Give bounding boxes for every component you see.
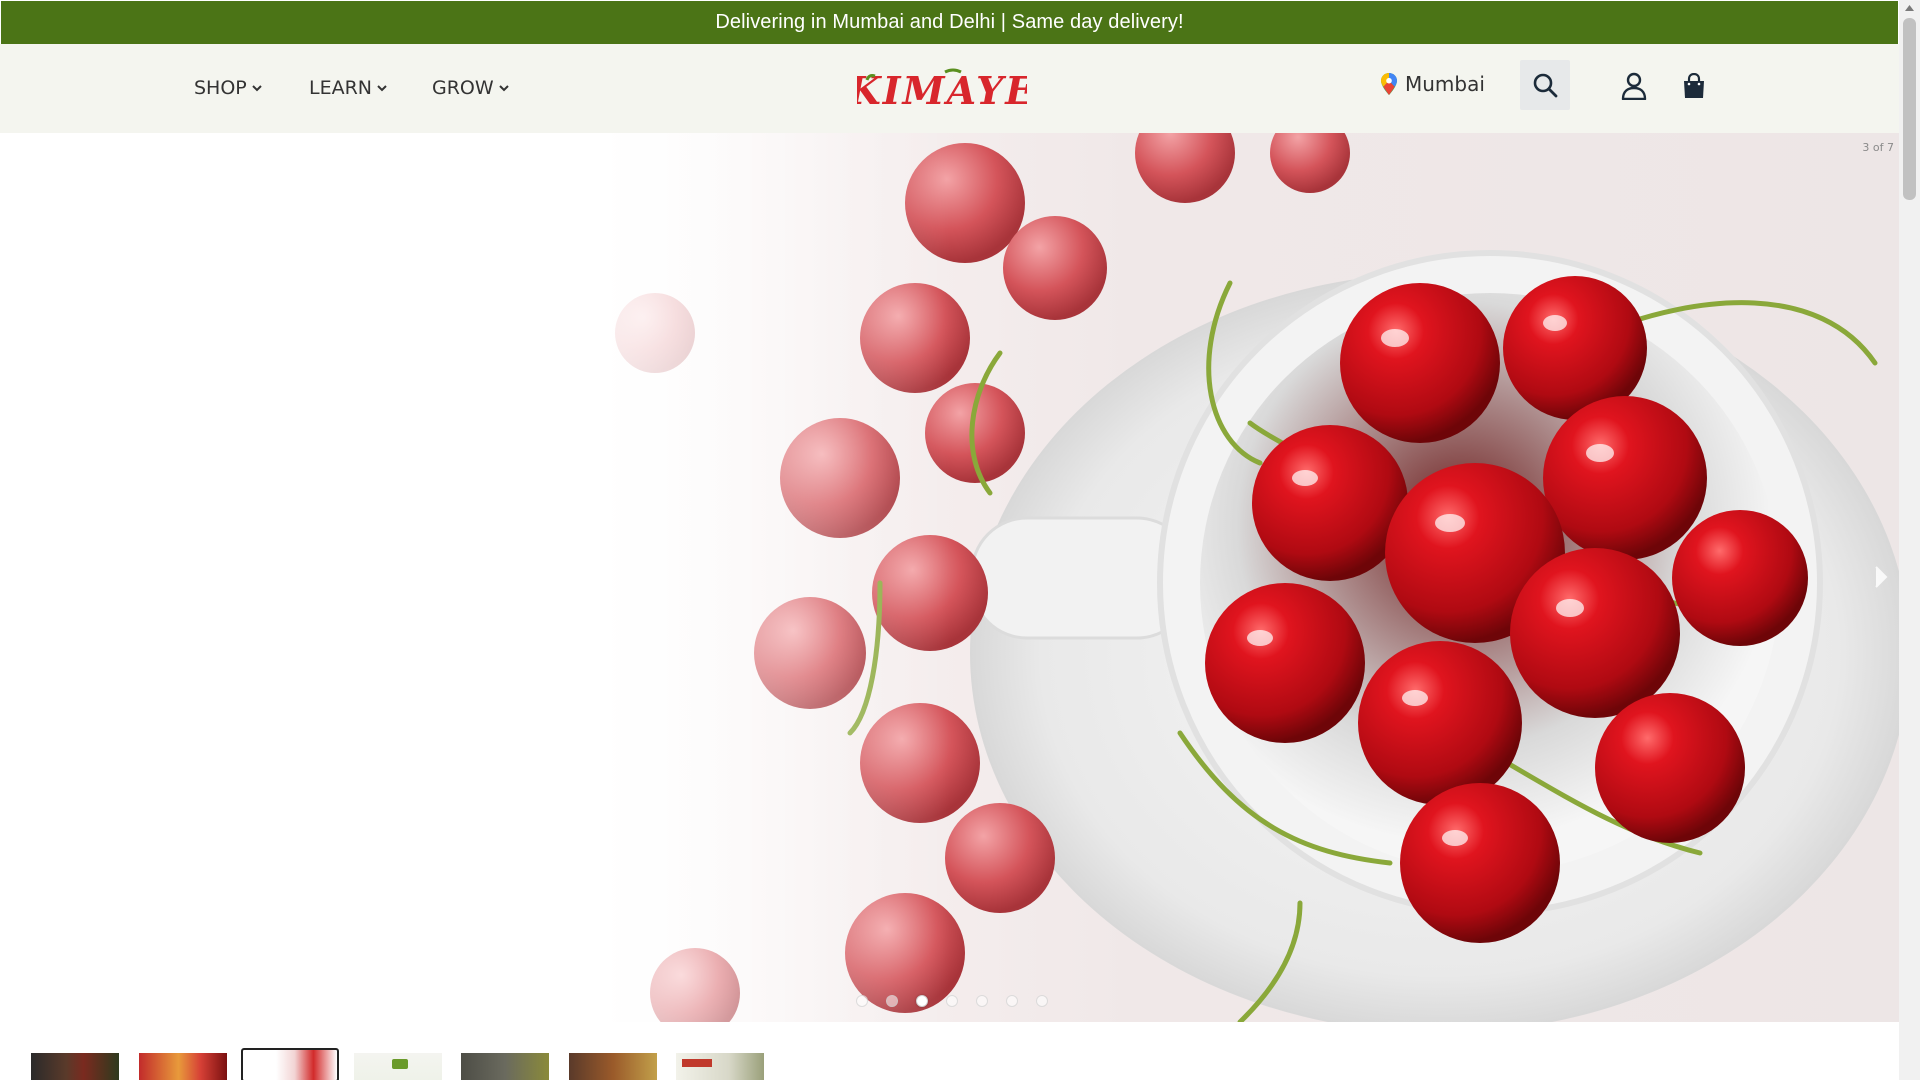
brand-logo[interactable]: KIMAYE <box>857 66 1027 112</box>
thumbnail-7[interactable] <box>676 1053 764 1080</box>
thumbnail-5[interactable] <box>461 1053 549 1080</box>
nav-grow-label: GROW <box>432 77 494 99</box>
slide-counter: 3 of 7 <box>1862 141 1894 154</box>
location-label: Mumbai <box>1405 72 1485 96</box>
search-icon <box>1533 73 1558 98</box>
slide-dots <box>856 995 1048 1007</box>
chevron-down-icon <box>498 85 509 92</box>
thumbnail-3[interactable] <box>241 1048 339 1080</box>
announcement-text: Delivering in Mumbai and Delhi | Same da… <box>715 11 1184 33</box>
chevron-down-icon <box>377 85 387 92</box>
slide-dot-2[interactable] <box>886 995 898 1007</box>
slide-dot-1[interactable] <box>856 995 868 1007</box>
account-button[interactable] <box>1612 64 1656 108</box>
chevron-down-icon <box>252 85 262 92</box>
cart-button[interactable] <box>1672 64 1716 108</box>
slide-dot-3[interactable] <box>916 995 928 1007</box>
thumbnail-strip <box>0 1022 1899 1080</box>
scrollbar-thumb[interactable] <box>1903 18 1916 200</box>
nav-grow[interactable]: GROW <box>432 77 510 99</box>
thumbnail-2[interactable] <box>139 1053 227 1080</box>
page-scrollbar[interactable] <box>1899 0 1920 1080</box>
nav-shop[interactable]: SHOP <box>194 77 263 99</box>
thumbnail-6[interactable] <box>569 1053 657 1080</box>
thumbnail-4-badge <box>392 1059 408 1069</box>
cart-icon <box>1684 73 1704 98</box>
nav-learn-label: LEARN <box>309 77 373 99</box>
hero-image-cherries <box>0 133 1899 1022</box>
location-selector[interactable]: Mumbai <box>1381 72 1485 96</box>
next-slide-arrow-icon[interactable] <box>1872 563 1890 591</box>
slide-dot-4[interactable] <box>946 995 958 1007</box>
slide-dot-5[interactable] <box>976 995 988 1007</box>
thumbnail-4[interactable] <box>354 1053 442 1080</box>
scroll-up-arrow-icon[interactable] <box>1904 4 1915 12</box>
slide-dot-7[interactable] <box>1036 995 1048 1007</box>
hero-slideshow: 3 of 7 <box>0 133 1899 1022</box>
nav-learn[interactable]: LEARN <box>309 77 388 99</box>
page: Delivering in Mumbai and Delhi | Same da… <box>0 0 1920 1080</box>
thumbnail-1[interactable] <box>31 1053 119 1080</box>
svg-text:KIMAYE: KIMAYE <box>857 68 1027 112</box>
location-pin-icon <box>1381 73 1397 95</box>
slide-dot-6[interactable] <box>1006 995 1018 1007</box>
account-icon <box>1621 72 1647 100</box>
announcement-bar: Delivering in Mumbai and Delhi | Same da… <box>1 1 1898 44</box>
thumbnail-7-badge <box>682 1059 712 1067</box>
nav-shop-label: SHOP <box>194 77 247 99</box>
search-button[interactable] <box>1520 60 1570 110</box>
site-header: SHOP LEARN GROW KIMAYE Mumbai <box>0 44 1899 133</box>
